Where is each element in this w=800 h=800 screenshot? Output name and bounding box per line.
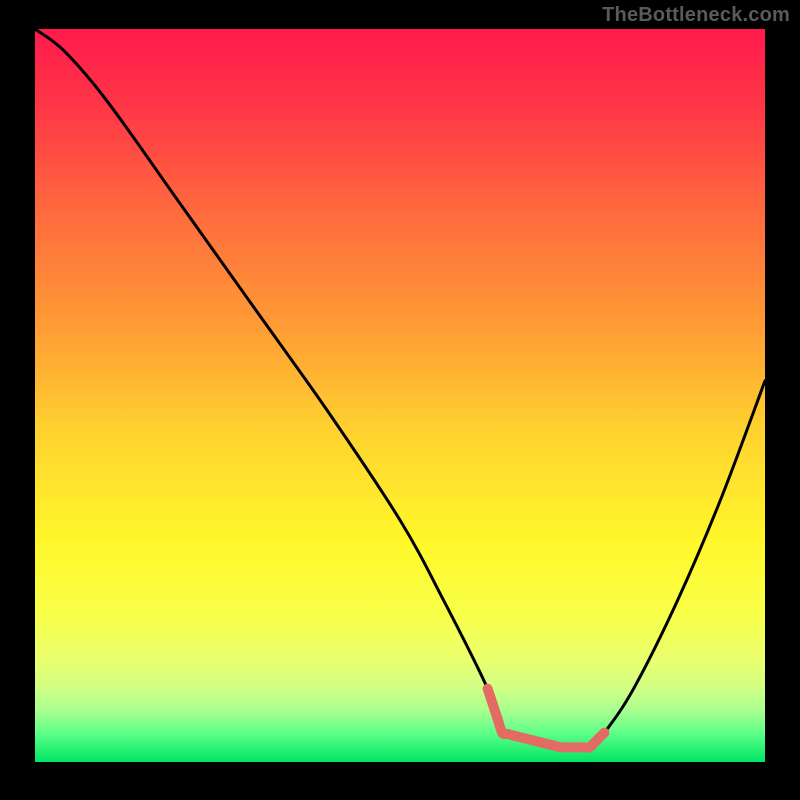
plot-area: [35, 29, 765, 762]
chart-svg: [35, 29, 765, 762]
chart-frame: TheBottleneck.com: [0, 0, 800, 800]
watermark-text: TheBottleneck.com: [602, 4, 790, 27]
gradient-background: [35, 29, 765, 762]
